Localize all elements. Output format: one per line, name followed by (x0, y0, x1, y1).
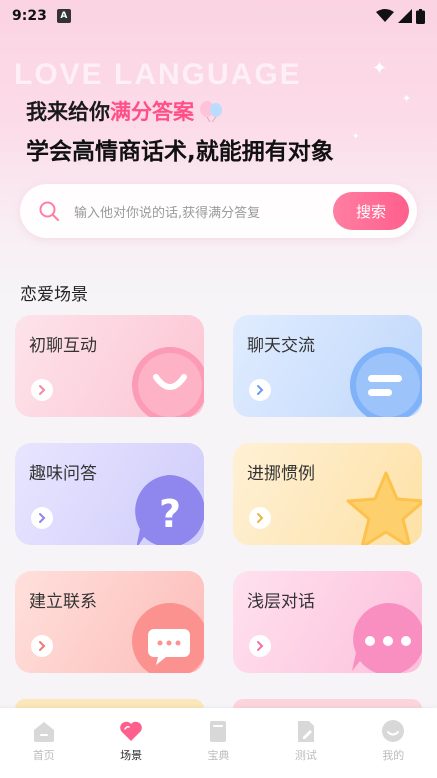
chat-dots-icon (132, 603, 204, 673)
tab-profile[interactable]: 我的 (363, 718, 423, 763)
scene-card-chat-interaction[interactable]: 初聊互动 (15, 315, 204, 417)
card-label: 浅层对话 (247, 592, 315, 612)
card-label: 建立联系 (29, 592, 97, 612)
signal-icon (398, 9, 412, 23)
sparkle-icon: ✦ (372, 58, 388, 79)
scene-card-fun-qa[interactable]: 趣味问答 ? (15, 443, 204, 545)
heart-icon (120, 721, 142, 741)
status-icons (376, 8, 425, 24)
question-bubble-icon: ? (135, 475, 204, 545)
tab-scene[interactable]: 场景 (101, 718, 161, 763)
profile-icon (382, 719, 405, 742)
ellipsis-bubble-icon (352, 602, 422, 673)
hero-watermark: LOVE LANGUAGE (14, 58, 302, 91)
scene-card-routine[interactable]: 进挪惯例 (233, 443, 422, 545)
hero-line1-highlight: 满分答案 (110, 100, 194, 124)
status-a-badge: A (56, 9, 71, 23)
card-label: 趣味问答 (29, 464, 97, 484)
arrow-right-icon[interactable] (249, 507, 271, 529)
section-title: 恋爱场景 (20, 285, 88, 305)
message-bubble-icon (350, 347, 422, 417)
card-label: 进挪惯例 (247, 464, 315, 484)
scene-card-communication[interactable]: 聊天交流 (233, 315, 422, 417)
hero-subtitle: 学会高情商话术,就能拥有对象 (26, 139, 334, 165)
tab-label: 宝典 (207, 748, 230, 762)
status-time: 9:23 (12, 8, 47, 24)
arrow-right-icon[interactable] (31, 635, 53, 657)
arrow-right-icon[interactable] (249, 379, 271, 401)
tab-label: 场景 (120, 748, 143, 762)
wifi-icon (376, 9, 394, 22)
tab-guide[interactable]: 宝典 (188, 718, 248, 763)
arrow-right-icon[interactable] (31, 507, 53, 529)
scene-card-light-talk[interactable]: 浅层对话 (233, 571, 422, 673)
tab-test[interactable]: 测试 (276, 718, 336, 763)
search-input[interactable]: 输入他对你说的话,获得满分答复 (74, 202, 333, 221)
card-label: 聊天交流 (247, 336, 315, 356)
search-bar[interactable]: 输入他对你说的话,获得满分答复 搜索 (20, 184, 417, 238)
sparkle-icon: ✦ (402, 92, 412, 105)
tab-label: 我的 (382, 748, 405, 762)
tab-label: 测试 (294, 748, 317, 762)
status-bar: 9:23 A (0, 0, 437, 32)
tab-label: 首页 (32, 748, 55, 762)
hero-line1-prefix: 我来给你 (26, 100, 110, 124)
arrow-right-icon[interactable] (249, 635, 271, 657)
tab-home[interactable]: 首页 (14, 718, 74, 763)
sparkle-icon: ✦ (352, 132, 360, 142)
battery-icon (416, 8, 425, 24)
smile-bubble-icon (132, 347, 204, 417)
svg-text:?: ? (159, 492, 181, 536)
scene-card-build-connection[interactable]: 建立联系 (15, 571, 204, 673)
search-button[interactable]: 搜索 (333, 192, 409, 230)
star-icon (346, 471, 422, 545)
book-icon (210, 720, 227, 742)
test-icon (297, 720, 314, 742)
search-icon (39, 201, 59, 221)
home-icon (33, 721, 54, 742)
card-label: 初聊互动 (29, 336, 97, 356)
hero-headline: 我来给你 满分答案 (26, 96, 224, 126)
balloon-icon (200, 101, 222, 123)
bottom-tab-bar: 首页 场景 宝典 测试 我的 (0, 708, 437, 778)
arrow-right-icon[interactable] (31, 379, 53, 401)
